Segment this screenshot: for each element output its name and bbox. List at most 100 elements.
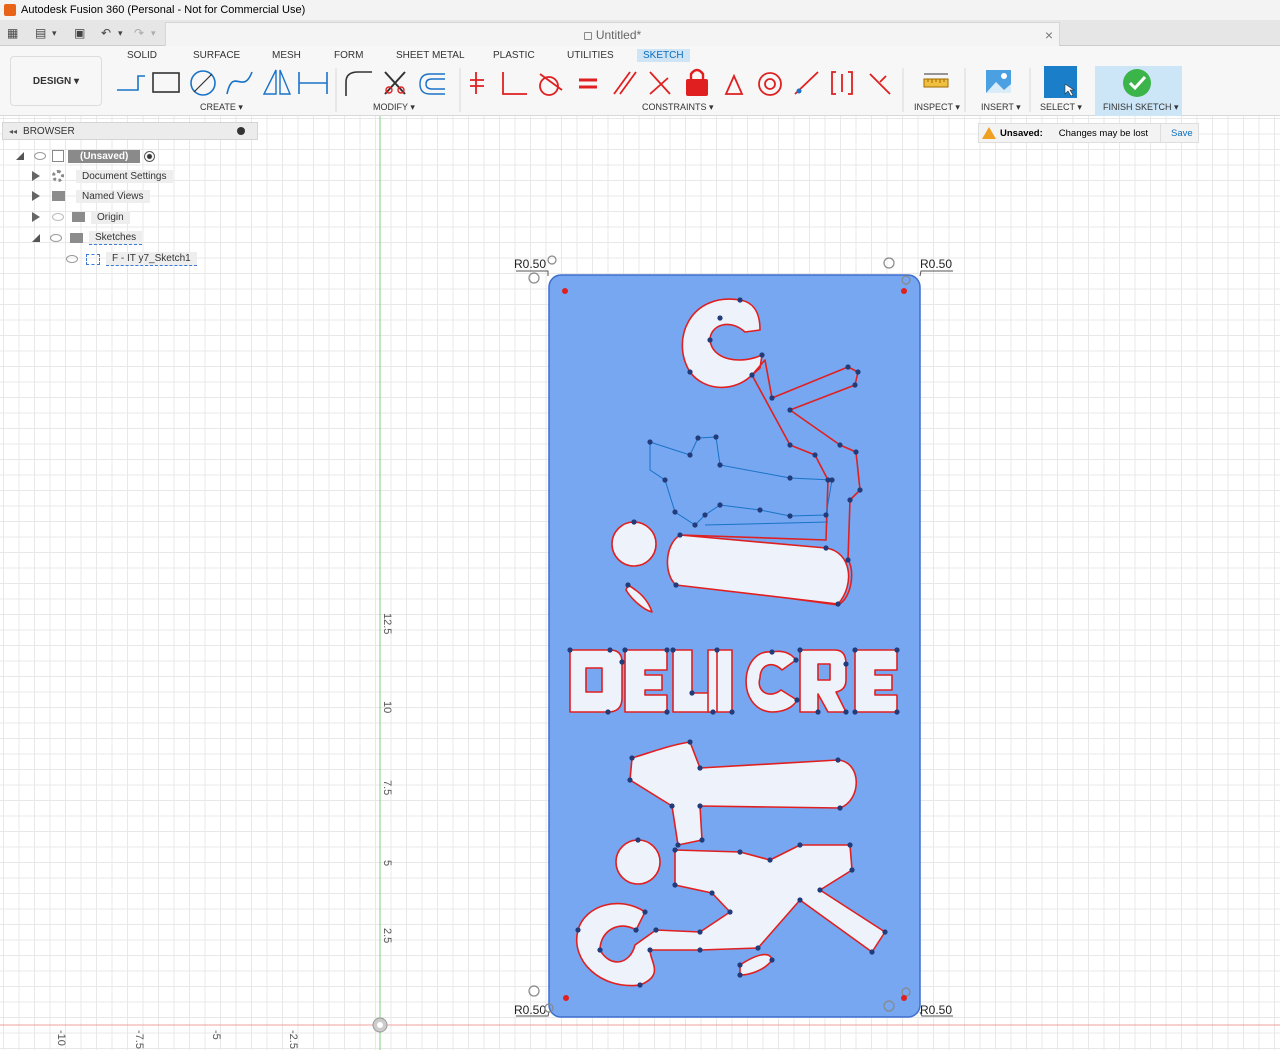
sketch-vertex[interactable] bbox=[699, 837, 705, 843]
sketch-vertex[interactable] bbox=[845, 557, 851, 563]
sketch-vertex[interactable] bbox=[664, 709, 670, 715]
origin-point-icon[interactable] bbox=[372, 1017, 388, 1033]
browser-item-document-settings[interactable]: Document Settings bbox=[32, 167, 173, 185]
sketch-vertex[interactable] bbox=[793, 657, 799, 663]
sketch-vertex[interactable] bbox=[619, 659, 625, 665]
sketch-vertex[interactable] bbox=[849, 867, 855, 873]
eye-hidden-icon[interactable] bbox=[52, 213, 64, 221]
sketch-vertex[interactable] bbox=[631, 519, 637, 525]
sketch-vertex[interactable] bbox=[695, 435, 701, 441]
sketch-vertex[interactable] bbox=[687, 369, 693, 375]
sketch-vertex[interactable] bbox=[597, 947, 603, 953]
corner-point-bl[interactable] bbox=[563, 995, 569, 1001]
sketch-vertex[interactable] bbox=[575, 927, 581, 933]
sketch-vertex[interactable] bbox=[755, 945, 761, 951]
sketch-vertex[interactable] bbox=[664, 647, 670, 653]
sketch-vertex[interactable] bbox=[675, 842, 681, 848]
sketch-vertex[interactable] bbox=[697, 803, 703, 809]
sketch-vertex[interactable] bbox=[852, 709, 858, 715]
sketch-vertex[interactable] bbox=[847, 497, 853, 503]
sketch-vertex[interactable] bbox=[713, 434, 719, 440]
fillet-dim-bottom-right[interactable]: R0.50 bbox=[920, 1003, 952, 1017]
sketch-vertex[interactable] bbox=[845, 364, 851, 370]
sketch-vertex[interactable] bbox=[647, 439, 653, 445]
browser-item-origin[interactable]: Origin bbox=[32, 208, 130, 226]
sketch-vertex[interactable] bbox=[567, 647, 573, 653]
expand-triangle-icon[interactable] bbox=[32, 171, 40, 181]
sketch-vertex[interactable] bbox=[769, 395, 775, 401]
sketch-vertex[interactable] bbox=[727, 909, 733, 915]
sketch-vertex[interactable] bbox=[787, 513, 793, 519]
corner-point-tr[interactable] bbox=[901, 288, 907, 294]
sketch-vertex[interactable] bbox=[709, 890, 715, 896]
sketch-vertex[interactable] bbox=[717, 315, 723, 321]
sketch-vertex[interactable] bbox=[687, 739, 693, 745]
sketch-vertex[interactable] bbox=[843, 661, 849, 667]
browser-item-sketches[interactable]: Sketches bbox=[32, 229, 143, 247]
sketch-vertex[interactable] bbox=[633, 927, 639, 933]
eye-icon[interactable] bbox=[66, 255, 78, 263]
sketch-vertex[interactable] bbox=[794, 697, 800, 703]
sketch-vertex[interactable] bbox=[882, 929, 888, 935]
sketch-vertex[interactable] bbox=[769, 649, 775, 655]
activate-radio-icon[interactable] bbox=[144, 150, 156, 162]
sketch-vertex[interactable] bbox=[670, 647, 676, 653]
sketch-vertex[interactable] bbox=[797, 842, 803, 848]
sketch-vertex[interactable] bbox=[622, 647, 628, 653]
sketch-vertex[interactable] bbox=[759, 352, 765, 358]
sketch-vertex[interactable] bbox=[749, 372, 755, 378]
collapse-browser-icon[interactable]: ◂◂ bbox=[9, 127, 17, 136]
corner-point-br[interactable] bbox=[901, 995, 907, 1001]
corner-point-tl[interactable] bbox=[562, 288, 568, 294]
sketch-vertex[interactable] bbox=[692, 522, 698, 528]
sketch-vertex[interactable] bbox=[672, 847, 678, 853]
sketch-vertex[interactable] bbox=[817, 887, 823, 893]
sketch-vertex[interactable] bbox=[697, 947, 703, 953]
fillet-dim-top-right[interactable]: R0.50 bbox=[920, 257, 952, 271]
sketch-vertex[interactable] bbox=[642, 909, 648, 915]
sketch-vertex[interactable] bbox=[672, 509, 678, 515]
sketch-vertex[interactable] bbox=[625, 582, 631, 588]
sketch-vertex[interactable] bbox=[787, 475, 793, 481]
sketch-vertex[interactable] bbox=[823, 545, 829, 551]
sketch-vertex[interactable] bbox=[689, 690, 695, 696]
sketch-vertex[interactable] bbox=[662, 477, 668, 483]
fillet-dim-top-left[interactable]: R0.50 bbox=[514, 257, 546, 271]
sketch-vertex[interactable] bbox=[637, 982, 643, 988]
fillet-dim-bottom-left[interactable]: R0.50 bbox=[514, 1003, 546, 1017]
sketch-vertex[interactable] bbox=[737, 849, 743, 855]
sketch-vertex[interactable] bbox=[729, 709, 735, 715]
sketch-vertex[interactable] bbox=[855, 369, 861, 375]
sketch-vertex[interactable] bbox=[737, 962, 743, 968]
sketch-vertex[interactable] bbox=[787, 407, 793, 413]
sketch-vertex[interactable] bbox=[672, 882, 678, 888]
sketch-vertex[interactable] bbox=[837, 805, 843, 811]
sketch-vertex[interactable] bbox=[847, 842, 853, 848]
expand-triangle-icon[interactable] bbox=[32, 191, 40, 201]
sketch-vertex[interactable] bbox=[769, 957, 775, 963]
browser-header[interactable]: ◂◂ BROWSER bbox=[2, 122, 258, 140]
sketch-vertex[interactable] bbox=[710, 709, 716, 715]
sketch-vertex[interactable] bbox=[653, 927, 659, 933]
collapse-triangle-icon[interactable] bbox=[16, 152, 24, 160]
sketch-vertex[interactable] bbox=[797, 897, 803, 903]
sketch-vertex[interactable] bbox=[852, 647, 858, 653]
sketch-vertex[interactable] bbox=[627, 777, 633, 783]
sketch-vertex[interactable] bbox=[852, 382, 858, 388]
sketch-vertex[interactable] bbox=[697, 765, 703, 771]
collapse-triangle-icon[interactable] bbox=[32, 234, 40, 242]
sketch-vertex[interactable] bbox=[812, 452, 818, 458]
browser-root-row[interactable]: (Unsaved) bbox=[16, 147, 156, 165]
sketch-vertex[interactable] bbox=[677, 532, 683, 538]
sketch-vertex[interactable] bbox=[843, 709, 849, 715]
sketch-vertex[interactable] bbox=[757, 507, 763, 513]
sketch-vertex[interactable] bbox=[835, 601, 841, 607]
sketch-vertex[interactable] bbox=[737, 972, 743, 978]
browser-pin-icon[interactable] bbox=[237, 127, 245, 135]
sketch-vertex[interactable] bbox=[629, 755, 635, 761]
sketch-vertex[interactable] bbox=[714, 647, 720, 653]
sketch-vertex[interactable] bbox=[857, 487, 863, 493]
sketch-vertex[interactable] bbox=[837, 442, 843, 448]
sketch-vertex[interactable] bbox=[607, 647, 613, 653]
sketch-vertex[interactable] bbox=[702, 512, 708, 518]
